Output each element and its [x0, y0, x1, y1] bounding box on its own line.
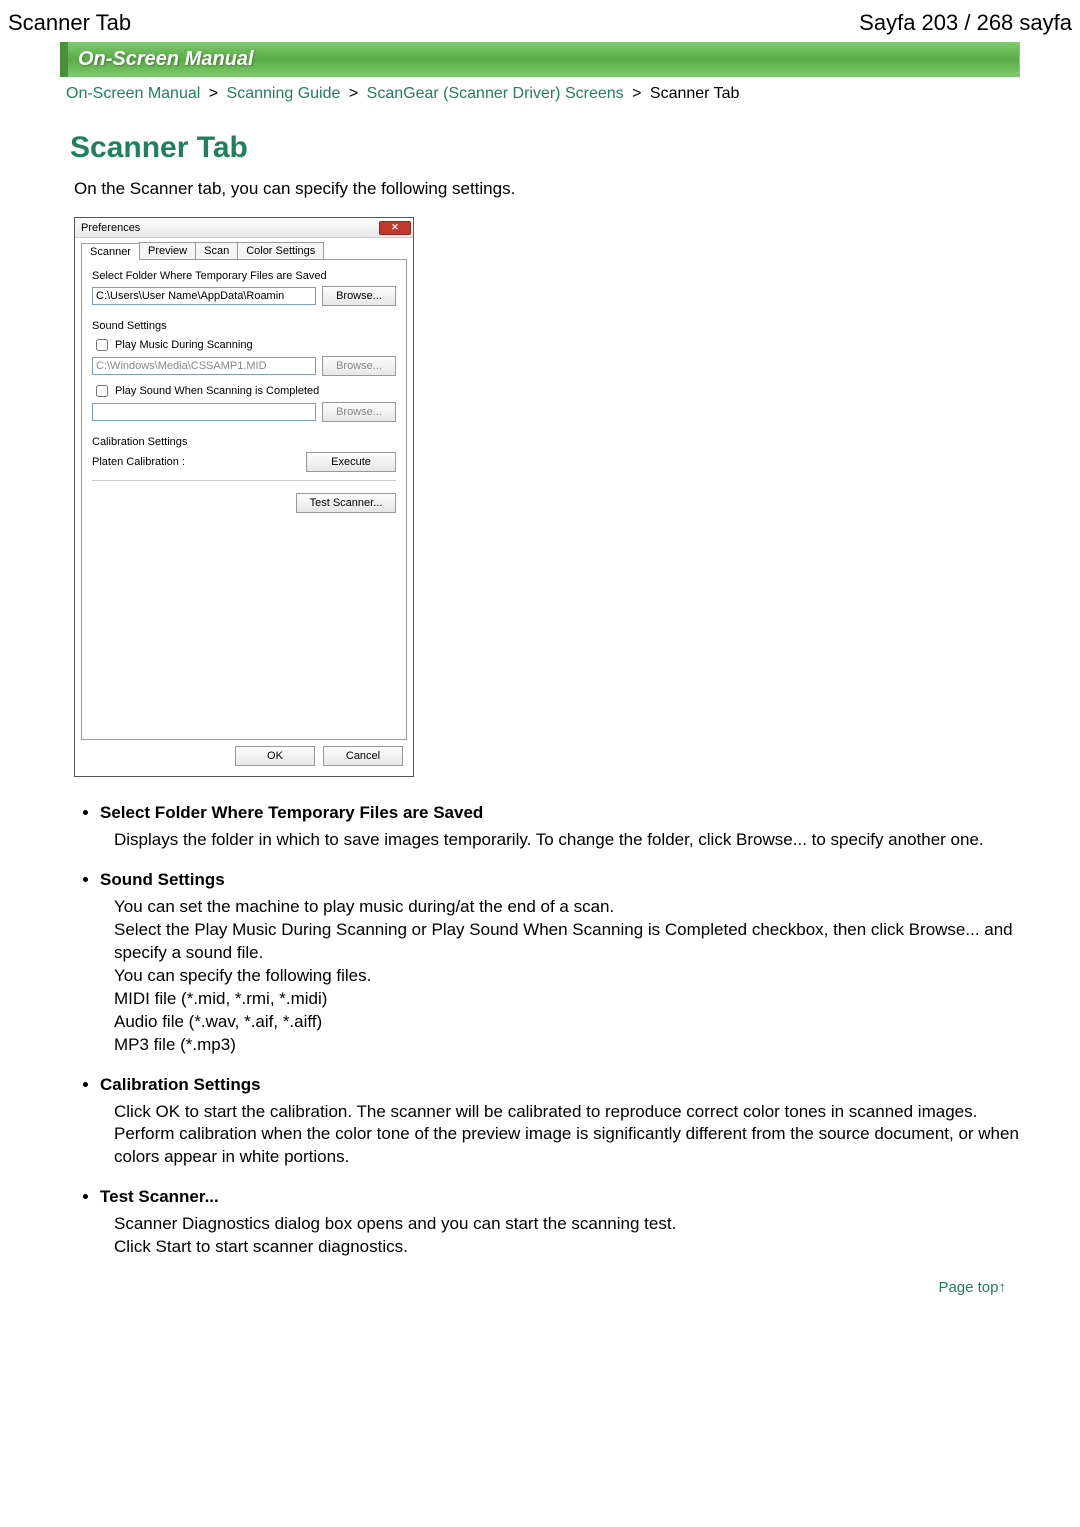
breadcrumb-link-manual[interactable]: On-Screen Manual [66, 85, 200, 102]
preferences-dialog: Preferences ✕ Scanner Preview Scan Color… [74, 217, 414, 777]
list-item: Sound Settings You can set the machine t… [100, 870, 1020, 1057]
breadcrumb-link-scanning-guide[interactable]: Scanning Guide [227, 85, 341, 102]
settings-list: Select Folder Where Temporary Files are … [100, 803, 1020, 1259]
green-header-bar: On-Screen Manual [60, 42, 1020, 77]
breadcrumb: On-Screen Manual > Scanning Guide > Scan… [60, 77, 1020, 111]
item-title: Select Folder Where Temporary Files are … [100, 803, 1020, 823]
breadcrumb-sep: > [632, 85, 641, 102]
play-music-label: Play Music During Scanning [115, 339, 253, 351]
dialog-title: Preferences [81, 222, 140, 234]
breadcrumb-link-scangear-screens[interactable]: ScanGear (Scanner Driver) Screens [367, 85, 624, 102]
folder-section-label: Select Folder Where Temporary Files are … [92, 270, 396, 282]
complete-sound-input[interactable] [92, 403, 316, 421]
list-item: Calibration Settings Click OK to start t… [100, 1075, 1020, 1170]
browse-folder-button[interactable]: Browse... [322, 286, 396, 306]
music-file-input[interactable] [92, 357, 316, 375]
close-icon[interactable]: ✕ [379, 221, 411, 235]
separator [92, 480, 396, 481]
play-sound-complete-label: Play Sound When Scanning is Completed [115, 385, 319, 397]
tab-color-settings[interactable]: Color Settings [237, 242, 324, 259]
breadcrumb-current: Scanner Tab [650, 85, 740, 102]
header-title-left: Scanner Tab [8, 10, 131, 36]
browse-complete-sound-button[interactable]: Browse... [322, 402, 396, 422]
breadcrumb-sep: > [349, 85, 358, 102]
cancel-button[interactable]: Cancel [323, 746, 403, 766]
item-body: You can set the machine to play music du… [114, 896, 1020, 1057]
list-item: Select Folder Where Temporary Files are … [100, 803, 1020, 852]
tab-scanner[interactable]: Scanner [81, 243, 140, 260]
play-music-checkbox[interactable] [96, 339, 108, 351]
test-scanner-button[interactable]: Test Scanner... [296, 493, 396, 513]
sound-settings-label: Sound Settings [92, 320, 396, 332]
item-body: Displays the folder in which to save ima… [114, 829, 1020, 852]
item-title: Test Scanner... [100, 1187, 1020, 1207]
ok-button[interactable]: OK [235, 746, 315, 766]
item-body: Click OK to start the calibration. The s… [114, 1101, 1020, 1170]
page-top-link[interactable]: Page top↑ [938, 1279, 1006, 1296]
folder-path-input[interactable] [92, 287, 316, 305]
item-body: Scanner Diagnostics dialog box opens and… [114, 1213, 1020, 1259]
tab-preview[interactable]: Preview [139, 242, 196, 259]
browse-music-button[interactable]: Browse... [322, 356, 396, 376]
breadcrumb-sep: > [209, 85, 218, 102]
header-title-right: Sayfa 203 / 268 sayfa [859, 10, 1072, 36]
play-sound-complete-checkbox[interactable] [96, 385, 108, 397]
execute-button[interactable]: Execute [306, 452, 396, 472]
item-title: Calibration Settings [100, 1075, 1020, 1095]
platen-calibration-label: Platen Calibration : [92, 456, 185, 468]
up-arrow-icon: ↑ [999, 1279, 1007, 1296]
tab-scan[interactable]: Scan [195, 242, 238, 259]
intro-text: On the Scanner tab, you can specify the … [74, 179, 1020, 199]
page-title: Scanner Tab [70, 131, 1020, 165]
list-item: Test Scanner... Scanner Diagnostics dial… [100, 1187, 1020, 1259]
calibration-settings-label: Calibration Settings [92, 436, 396, 448]
item-title: Sound Settings [100, 870, 1020, 890]
